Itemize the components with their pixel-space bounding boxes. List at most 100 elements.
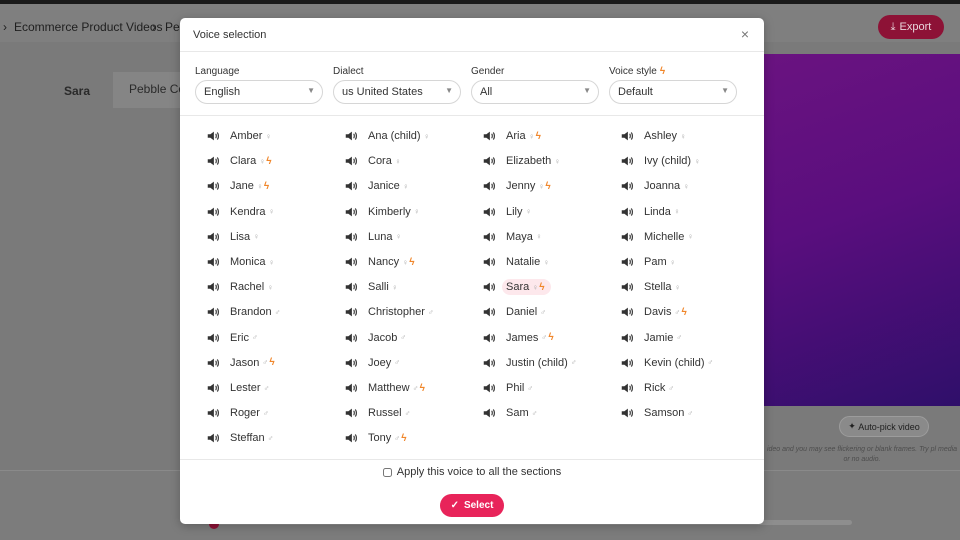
speaker-icon[interactable] <box>206 255 220 269</box>
speaker-icon[interactable] <box>206 154 220 168</box>
voice-option[interactable]: Christopher ♂ <box>344 303 441 321</box>
voice-option[interactable]: Steffan ♂ <box>206 429 281 447</box>
speaker-icon[interactable] <box>620 179 634 193</box>
speaker-icon[interactable] <box>206 280 220 294</box>
speaker-icon[interactable] <box>344 179 358 193</box>
voice-option[interactable]: Kevin (child) ♂ <box>620 354 721 372</box>
voice-option[interactable]: Elizabeth ♀ <box>482 152 567 170</box>
voice-option[interactable]: Nancy ♀ ϟ <box>344 253 420 271</box>
voice-option[interactable]: Kimberly ♀ <box>344 203 427 221</box>
speaker-icon[interactable] <box>482 305 496 319</box>
speaker-icon[interactable] <box>620 255 634 269</box>
speaker-icon[interactable] <box>206 129 220 143</box>
speaker-icon[interactable] <box>482 356 496 370</box>
speaker-icon[interactable] <box>206 406 220 420</box>
voice-option[interactable]: Ivy (child) ♀ <box>620 152 707 170</box>
speaker-icon[interactable] <box>620 280 634 294</box>
apply-all-row[interactable]: Apply this voice to all the sections <box>180 466 764 478</box>
voice-option[interactable]: Lisa ♀ <box>206 228 266 246</box>
speaker-icon[interactable] <box>206 230 220 244</box>
voice-option[interactable]: Luna ♀ <box>344 228 408 246</box>
speaker-icon[interactable] <box>344 356 358 370</box>
speaker-icon[interactable] <box>620 230 634 244</box>
voice-option[interactable]: Salli ♀ <box>344 278 405 296</box>
apply-all-checkbox[interactable] <box>382 467 392 477</box>
speaker-icon[interactable] <box>206 305 220 319</box>
voice-option[interactable]: Rachel ♀ <box>206 278 280 296</box>
voice-option[interactable]: Maya ♀ <box>482 228 549 246</box>
voice-option[interactable]: Matthew ♂ ϟ <box>344 379 431 397</box>
voice-style-select[interactable]: Default ▼ <box>609 80 737 104</box>
speaker-icon[interactable] <box>620 205 634 219</box>
speaker-icon[interactable] <box>482 230 496 244</box>
speaker-icon[interactable] <box>482 255 496 269</box>
voice-option[interactable]: Russel ♂ <box>344 404 418 422</box>
speaker-icon[interactable] <box>482 205 496 219</box>
speaker-icon[interactable] <box>344 305 358 319</box>
speaker-icon[interactable] <box>482 381 496 395</box>
speaker-icon[interactable] <box>344 280 358 294</box>
speaker-icon[interactable] <box>620 305 634 319</box>
speaker-icon[interactable] <box>620 381 634 395</box>
voice-option[interactable]: Jenny ♀ ϟ <box>482 177 557 195</box>
voice-option[interactable]: Stella ♀ <box>620 278 688 296</box>
speaker-icon[interactable] <box>482 406 496 420</box>
voice-option[interactable]: Janice ♀ <box>344 177 416 195</box>
speaker-icon[interactable] <box>344 129 358 143</box>
speaker-icon[interactable] <box>344 331 358 345</box>
voice-option[interactable]: Clara ♀ ϟ <box>206 152 278 170</box>
voice-option[interactable]: Phil ♂ <box>482 379 540 397</box>
speaker-icon[interactable] <box>482 154 496 168</box>
tab-sara[interactable]: Sara <box>64 84 90 98</box>
voice-option[interactable]: Rick ♂ <box>620 379 681 397</box>
speaker-icon[interactable] <box>620 356 634 370</box>
speaker-icon[interactable] <box>206 431 220 445</box>
voice-option[interactable]: Davis ♂ ϟ <box>620 303 693 321</box>
speaker-icon[interactable] <box>482 280 496 294</box>
voice-option[interactable]: James ♂ ϟ <box>482 329 560 347</box>
voice-option[interactable]: Kendra ♀ <box>206 203 281 221</box>
voice-option[interactable]: Monica ♀ <box>206 253 281 271</box>
voice-option[interactable]: Natalie ♀ <box>482 253 556 271</box>
speaker-icon[interactable] <box>482 179 496 193</box>
speaker-icon[interactable] <box>344 381 358 395</box>
voice-option[interactable]: Jacob ♂ <box>344 329 413 347</box>
speaker-icon[interactable] <box>344 431 358 445</box>
speaker-icon[interactable] <box>482 129 496 143</box>
speaker-icon[interactable] <box>344 154 358 168</box>
voice-option[interactable]: Roger ♂ <box>206 404 276 422</box>
speaker-icon[interactable] <box>620 331 634 345</box>
voice-option[interactable]: Lily ♀ <box>482 203 539 221</box>
speaker-icon[interactable] <box>206 179 220 193</box>
voice-option[interactable]: Amber ♀ <box>206 127 278 145</box>
speaker-icon[interactable] <box>620 129 634 143</box>
voice-option[interactable]: Eric ♂ <box>206 329 265 347</box>
voice-option[interactable]: Jane ♀ ϟ <box>206 177 275 195</box>
voice-option[interactable]: Linda ♀ <box>620 203 687 221</box>
speaker-icon[interactable] <box>206 356 220 370</box>
voice-option[interactable]: Brandon ♂ <box>206 303 288 321</box>
voice-option[interactable]: Samson ♂ <box>620 404 700 422</box>
breadcrumb-item[interactable]: Ecommerce Product Videos <box>14 20 163 34</box>
speaker-icon[interactable] <box>344 255 358 269</box>
voice-option[interactable]: Ana (child) ♀ <box>344 127 437 145</box>
voice-option[interactable]: Ashley ♀ <box>620 127 693 145</box>
voice-option[interactable]: Joanna ♀ <box>620 177 696 195</box>
voice-option[interactable]: Sam ♂ <box>482 404 545 422</box>
dialect-select[interactable]: us United States ▼ <box>333 80 461 104</box>
voice-option[interactable]: Tony ♂ ϟ <box>344 429 413 447</box>
speaker-icon[interactable] <box>344 230 358 244</box>
voice-option[interactable]: Justin (child) ♂ <box>482 354 584 372</box>
auto-pick-video-button[interactable]: ✦ Auto-pick video <box>839 416 929 437</box>
speaker-icon[interactable] <box>206 205 220 219</box>
voice-option[interactable]: Jason ♂ ϟ <box>206 354 281 372</box>
speaker-icon[interactable] <box>620 406 634 420</box>
voice-option[interactable]: Sara ♀ ϟ <box>482 278 551 296</box>
voice-option[interactable]: Lester ♂ <box>206 379 277 397</box>
speaker-icon[interactable] <box>344 205 358 219</box>
speaker-icon[interactable] <box>206 381 220 395</box>
language-select[interactable]: English ▼ <box>195 80 323 104</box>
voice-option[interactable]: Daniel ♂ <box>482 303 553 321</box>
voice-option[interactable]: Cora ♀ <box>344 152 408 170</box>
speaker-icon[interactable] <box>206 331 220 345</box>
